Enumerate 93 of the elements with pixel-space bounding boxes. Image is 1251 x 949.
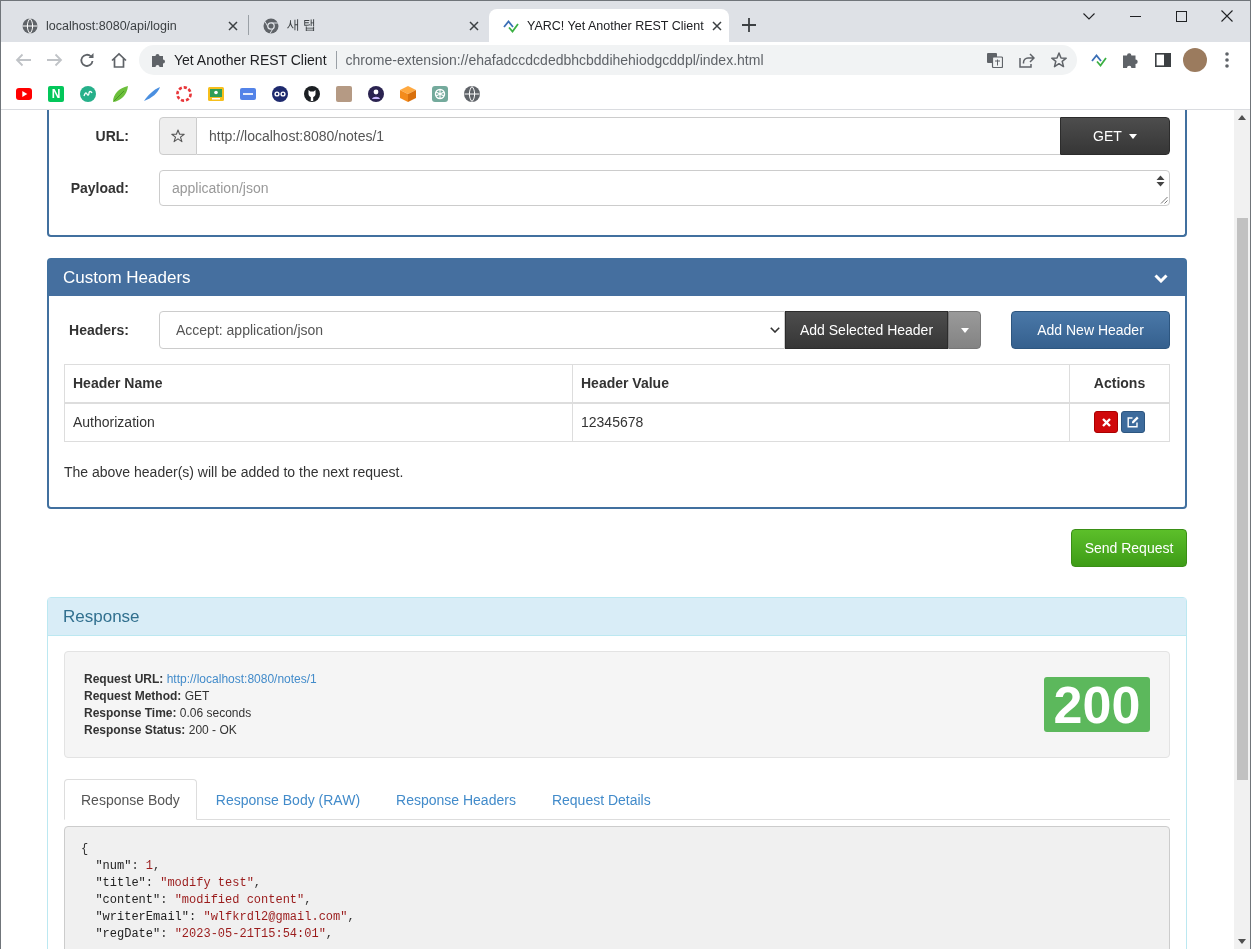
address-bar[interactable]: Yet Another REST Client chrome-extension://ehafadccdcdedbhcbddihehiodgcddpl/index.html — [139, 45, 1077, 75]
header-select[interactable]: Accept: application/json — [159, 311, 785, 349]
cube-icon[interactable] — [400, 85, 416, 102]
url-field[interactable]: http://localhost:8080/notes/1 — [197, 117, 1060, 155]
menu-icon[interactable] — [1225, 52, 1229, 68]
table-cell: 12345678 — [572, 402, 1070, 442]
segmented-circle-icon — [263, 17, 279, 34]
close-icon[interactable] — [469, 20, 479, 31]
close-icon[interactable] — [711, 20, 722, 31]
field-label: Response Time: — [84, 705, 177, 720]
table-cell: Authorization — [64, 402, 573, 442]
panel-title: Response — [63, 606, 140, 627]
panel-title: Custom Headers — [63, 268, 191, 288]
zigzag-icon — [503, 18, 519, 33]
code-line: "writerEmail": "wlfkrdl2@gmail.com", — [94, 909, 356, 926]
dotted-ring-icon[interactable] — [176, 85, 192, 102]
chevron-down-icon[interactable] — [1083, 12, 1095, 20]
tab[interactable]: Response Body (RAW) — [198, 779, 378, 820]
close-icon — [1101, 417, 1111, 427]
field-label: Headers: — [68, 322, 129, 338]
board-icon[interactable] — [208, 86, 224, 101]
translate-icon[interactable] — [987, 52, 1003, 68]
minimize-icon[interactable] — [1129, 15, 1141, 17]
field-value: 0.06 seconds — [179, 705, 252, 720]
method-dropdown-button[interactable]: GET — [1060, 117, 1170, 155]
close-icon[interactable] — [228, 20, 238, 31]
code-line: "title": "modify test", — [94, 875, 263, 892]
tab[interactable]: Response Headers — [379, 779, 533, 820]
browser-tab[interactable]: localhost:8080/api/login — [8, 9, 248, 42]
browser-tab[interactable]: YARC! Yet Another REST Client — [489, 9, 729, 42]
chevron-icon — [770, 327, 780, 333]
dropdown-toggle-button[interactable] — [948, 311, 981, 349]
tab[interactable]: Request Details — [534, 779, 668, 820]
globe-icon[interactable] — [464, 85, 480, 102]
code-line: { — [81, 841, 90, 858]
caret-icon — [960, 327, 969, 333]
column-header: Actions — [1069, 364, 1170, 403]
payload-field[interactable]: application/json — [159, 170, 1170, 206]
maximize-icon[interactable] — [1175, 10, 1187, 22]
close-icon[interactable] — [1221, 10, 1233, 22]
delete-button[interactable] — [1094, 411, 1118, 434]
wheel-tile-icon[interactable] — [432, 85, 448, 102]
photo-placeholder[interactable] — [336, 85, 352, 102]
resize-grip-icon[interactable] — [1160, 196, 1168, 204]
puzzle-icon — [152, 53, 166, 67]
feather-icon[interactable] — [144, 86, 160, 101]
field-value: 200 - OK — [188, 722, 237, 737]
add-new-header-button[interactable]: Add New Header — [1011, 311, 1170, 349]
caret-icon — [1128, 133, 1137, 139]
scrollbar-thumb[interactable] — [1236, 218, 1248, 780]
field-label: URL: — [94, 128, 129, 144]
scroll-arrows-icon[interactable] — [1156, 175, 1165, 187]
home-icon[interactable] — [111, 52, 127, 68]
puzzle-icon[interactable] — [1123, 52, 1139, 68]
cat-head-icon[interactable] — [304, 85, 320, 102]
browser-tab[interactable]: 새 탭 — [249, 9, 489, 42]
column-header: Header Value — [572, 364, 1070, 403]
add-selected-header-button[interactable]: Add Selected Header — [785, 311, 948, 349]
code-line: "regDate": "2023-05-21T15:54:01", — [94, 926, 335, 943]
field-label: Request Method: — [84, 688, 182, 703]
scroll-down-icon[interactable] — [1238, 939, 1246, 944]
edit-button[interactable] — [1121, 411, 1145, 434]
wide-tile-icon[interactable] — [240, 87, 256, 100]
leaf-icon[interactable] — [112, 85, 128, 102]
code-line: "num": 1, — [94, 858, 162, 875]
side-panel-icon[interactable] — [1155, 53, 1171, 67]
scroll-up-icon[interactable] — [1238, 115, 1246, 120]
url-text: chrome-extension://ehafadccdcdedbhcbddihehiodgcddpl/index.html — [345, 52, 765, 68]
field-value: GET — [184, 688, 210, 703]
reload-icon[interactable] — [79, 52, 95, 68]
zigzag-icon[interactable] — [1091, 53, 1107, 67]
eyes-circle-icon[interactable] — [272, 85, 288, 102]
star-icon — [171, 129, 185, 143]
field-label: Response Status: — [84, 722, 186, 737]
note-text: The above header(s) will be added to the next request. — [64, 463, 405, 482]
favorite-button[interactable] — [159, 117, 197, 155]
plus-icon[interactable] — [742, 18, 756, 32]
avatar[interactable] — [1183, 48, 1207, 72]
squiggle-circle-icon[interactable] — [80, 85, 96, 102]
globe-icon — [22, 17, 38, 34]
field-label: Request URL: — [84, 671, 164, 686]
share-icon[interactable] — [1019, 52, 1035, 68]
tab[interactable]: Response Body — [64, 779, 197, 820]
panel-header[interactable]: Custom Headers — [49, 260, 1185, 296]
play-button-icon[interactable] — [16, 87, 32, 100]
site-name: Yet Another REST Client — [174, 52, 327, 68]
column-header: Header Name — [64, 364, 573, 403]
field-label: Payload: — [69, 180, 129, 196]
status-code-badge: 200 — [1044, 677, 1150, 732]
code-line: "content": "modified content", — [94, 892, 313, 909]
star-icon[interactable] — [1051, 52, 1067, 68]
person-circle-icon[interactable] — [368, 85, 384, 102]
edit-icon — [1127, 416, 1139, 429]
